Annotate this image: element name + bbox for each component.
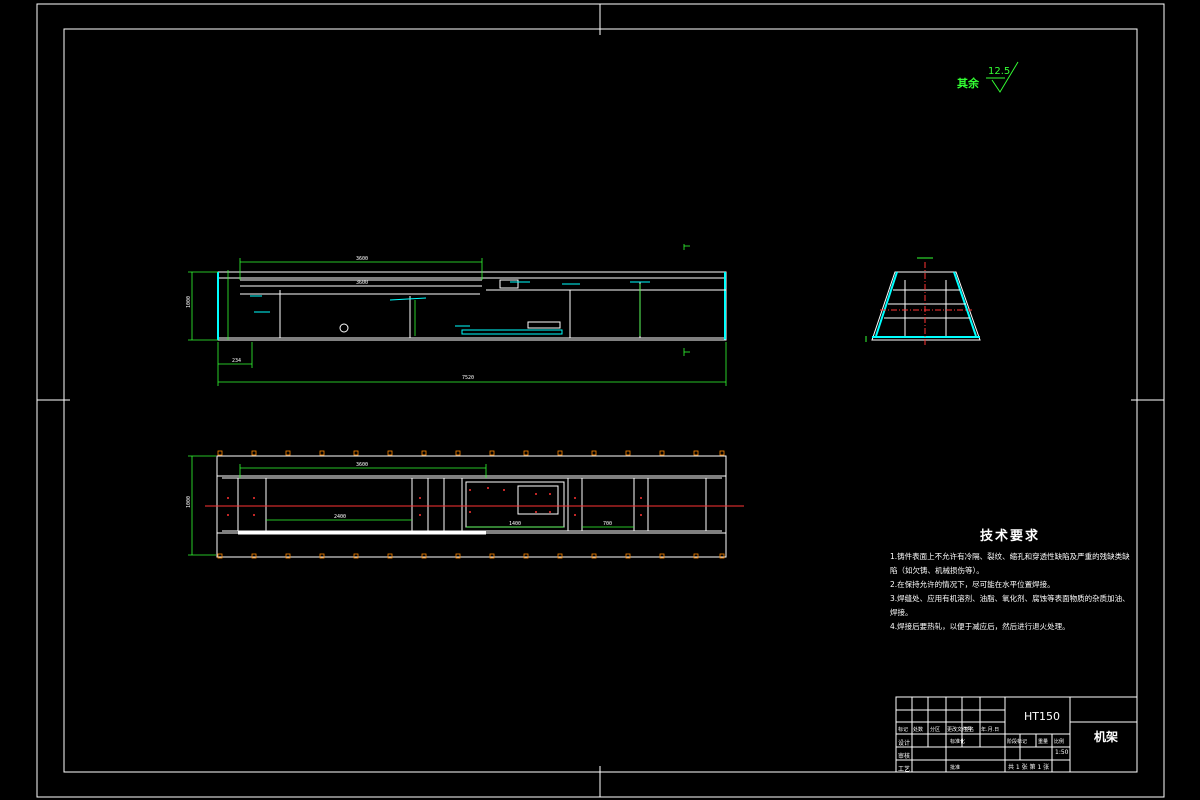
sheet-border — [36, 3, 1165, 798]
misc-weight: 重量 — [1038, 739, 1049, 745]
misc-scale-label: 比例 — [1054, 739, 1065, 745]
plan-view-hole-dots — [227, 487, 642, 516]
technical-requirements: 技术要求 1.铸件表面上不允许有冷隔、裂纹、缩孔和穿透性缺陷及严重的残缺类缺陷（… — [890, 530, 1130, 634]
front-view-dimension-texts: 7520 234 3600 3600 1000 — [186, 256, 474, 381]
technical-requirements-title: 技术要求 — [979, 529, 1040, 544]
header-count: 处数 — [913, 727, 924, 733]
front-view — [217, 271, 727, 341]
cad-drawing-canvas: 7520 234 3600 3600 1000 1000 3600 2400 1… — [36, 3, 1165, 798]
role-review: 审核 — [898, 753, 911, 760]
dim-top-span: 3600 — [356, 256, 368, 262]
requirement-item: 1.铸件表面上不允许有冷隔、裂纹、缩孔和穿透性缺陷及严重的残缺类缺陷（如欠铸、机… — [890, 552, 1130, 575]
misc-standardization: 标准化 — [950, 739, 966, 745]
dim-overall-length: 7520 — [462, 375, 474, 381]
roughness-value: 12.5 — [988, 66, 1011, 77]
role-process: 工艺 — [898, 766, 911, 773]
front-view-dimensions — [188, 244, 727, 386]
dim-plan-span-1: 3600 — [356, 462, 368, 468]
roughness-label: 其余 — [957, 77, 979, 90]
sheet-info-text: 共 1 张 第 1 张 — [1008, 764, 1050, 771]
misc-approval: 批准 — [950, 765, 961, 771]
dim-plan-width: 1000 — [186, 496, 192, 508]
requirement-item: 3.焊缝处、应用有机溶剂、油脂、氧化剂、腐蚀等表面物质的杂质加油、焊接。 — [890, 594, 1130, 617]
dim-plan-span-4: 700 — [603, 521, 612, 527]
scale-text: 1:50 — [1055, 749, 1069, 756]
header-signature: 签名 — [964, 727, 975, 733]
side-view-section — [865, 257, 981, 345]
requirement-item: 2.在保持允许的情况下，尽可能在水平位置焊接。 — [890, 580, 1055, 589]
misc-stage-mark: 阶段标记 — [1007, 739, 1028, 745]
dim-overall-height: 1000 — [186, 296, 192, 308]
header-date: 年.月.日 — [981, 727, 1000, 733]
header-zone: 分区 — [930, 727, 941, 733]
requirement-item: 4.焊接后要热轧，以便于减应后，然后进行退火处理。 — [890, 622, 1070, 631]
dim-plan-span-2: 2400 — [334, 514, 346, 520]
role-design: 设计 — [898, 740, 911, 747]
header-mark: 标记 — [898, 727, 909, 733]
material-text: HT150 — [1024, 710, 1060, 723]
dim-inner-span: 3600 — [356, 280, 368, 286]
dim-left-offset: 234 — [232, 358, 241, 364]
dim-plan-span-3: 1400 — [509, 521, 521, 527]
part-name-text: 机架 — [1094, 730, 1119, 744]
plan-view — [205, 455, 744, 558]
plan-view-dimension-texts: 1000 3600 2400 1400 700 — [186, 462, 612, 527]
